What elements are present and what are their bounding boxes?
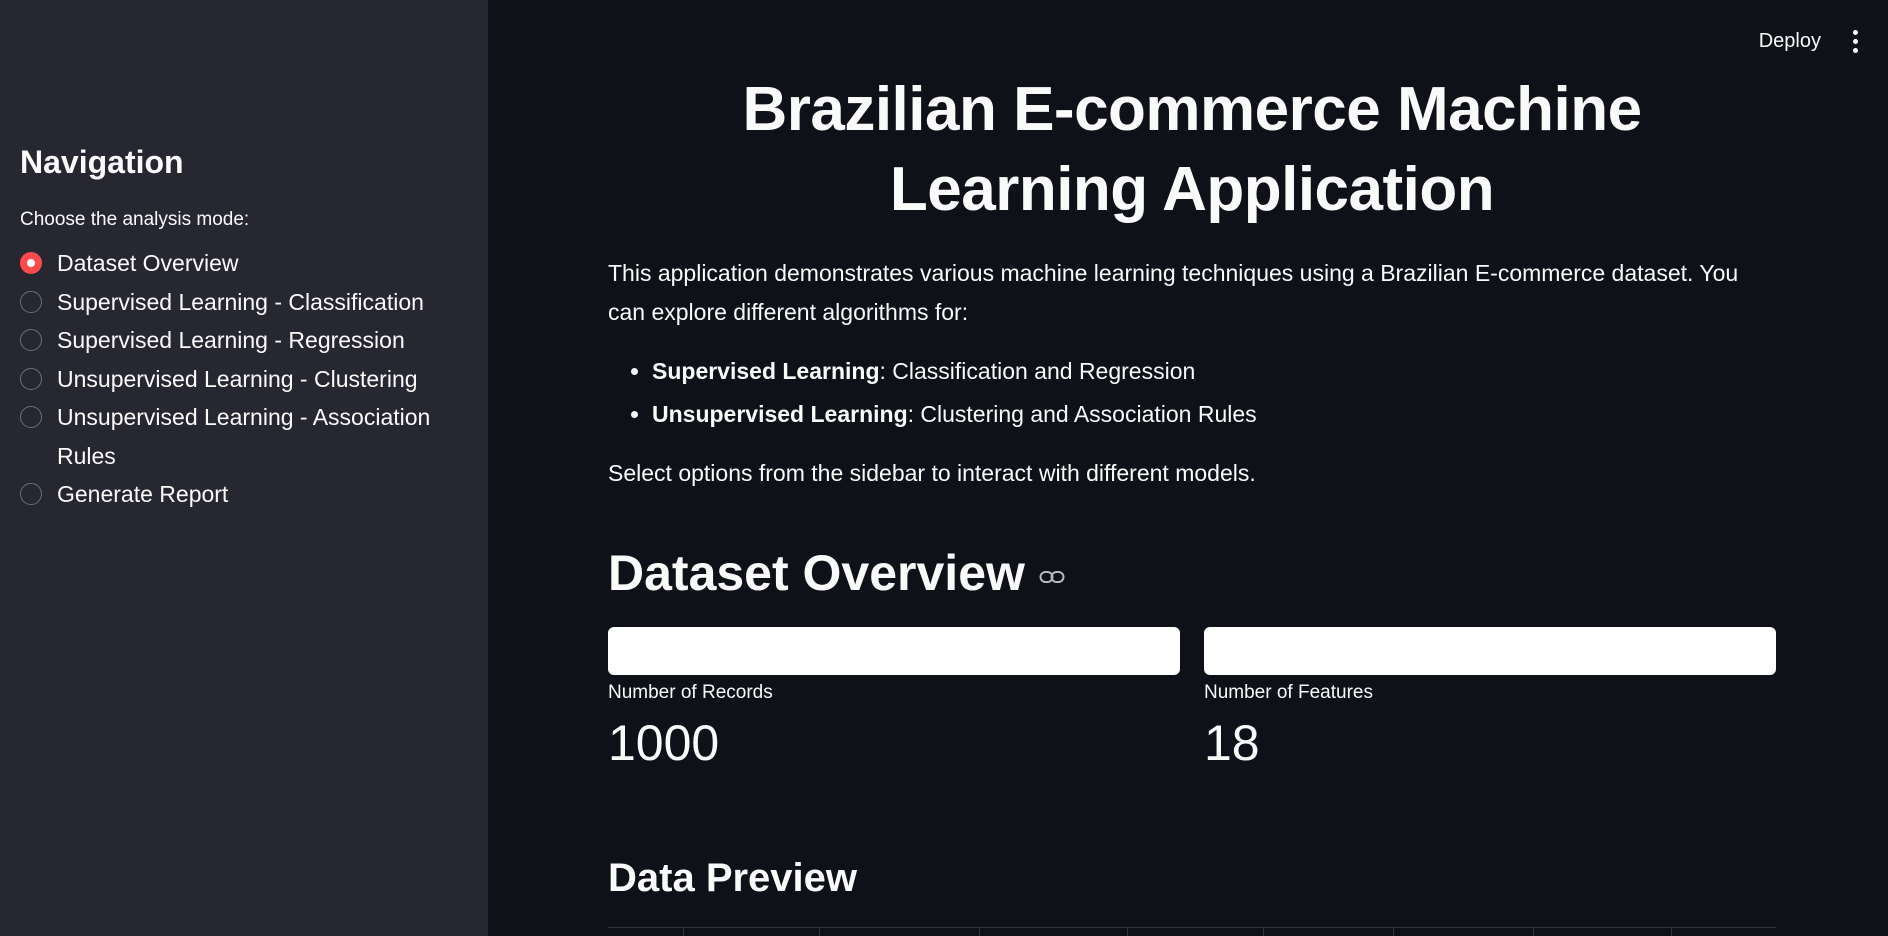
metric-bar — [608, 627, 1180, 675]
intro-paragraph: This application demonstrates various ma… — [608, 260, 1739, 325]
sidebar: Navigation Choose the analysis mode: Dat… — [0, 0, 488, 936]
radio-option-label: Generate Report — [57, 481, 229, 507]
top-toolbar: Deploy — [1759, 28, 1864, 55]
radio-unselected-icon[interactable] — [20, 290, 42, 313]
table-column — [1264, 928, 1394, 936]
table-column — [1128, 928, 1264, 936]
radio-unselected-icon[interactable] — [20, 367, 42, 390]
anchor-link-icon[interactable] — [1039, 569, 1065, 585]
table-column — [980, 928, 1128, 936]
radio-option-label: Dataset Overview — [57, 250, 239, 276]
radio-option-label: Supervised Learning - Regression — [57, 327, 405, 353]
dot — [1853, 39, 1858, 44]
radio-unselected-icon[interactable] — [20, 406, 42, 428]
content-block: Brazilian E-commerce Machine Learning Ap… — [608, 70, 1776, 936]
list-item-text: : Clustering and Association Rules — [907, 401, 1257, 427]
table-column — [1394, 928, 1534, 936]
radio-option-label: Unsupervised Learning - Clustering — [57, 365, 418, 392]
metric-bar — [1204, 627, 1776, 675]
radio-selected-icon[interactable] — [20, 252, 42, 274]
radio-option-unsupervised-association-rules[interactable]: Unsupervised Learning - Association Rule… — [20, 398, 468, 475]
main-content: Deploy Brazilian E-commerce Machine Lear… — [488, 0, 1888, 936]
list-item-bold: Supervised Learning — [652, 358, 880, 384]
list-item-bold: Unsupervised Learning — [652, 401, 908, 427]
metric-label: Number of Features — [1204, 682, 1373, 703]
data-preview-table[interactable] — [608, 927, 1776, 936]
data-preview-heading: Data Preview — [608, 856, 858, 900]
list-item-text: : Classification and Regression — [879, 358, 1196, 384]
radio-option-supervised-classification[interactable]: Supervised Learning - Classification — [20, 283, 468, 322]
radio-option-generate-report[interactable]: Generate Report — [20, 475, 468, 514]
metric-value: 1000 — [608, 715, 720, 771]
radio-unselected-icon[interactable] — [20, 329, 42, 351]
sidebar-title: Navigation — [20, 144, 184, 180]
table-column — [1534, 928, 1672, 936]
radio-group-label: Choose the analysis mode: — [20, 209, 250, 230]
radio-option-label: Supervised Learning - Classification — [57, 288, 424, 315]
vertical-ellipsis-icon[interactable] — [1847, 28, 1864, 55]
section-heading: Dataset Overview — [608, 543, 1776, 603]
dot — [1853, 30, 1858, 35]
metric-records: Number of Records 1000 — [608, 627, 1180, 771]
metric-features: Number of Features 18 — [1204, 627, 1776, 771]
dot — [1853, 48, 1858, 53]
select-note: Select options from the sidebar to inter… — [608, 460, 1256, 486]
algorithm-list: Supervised Learning: Classification and … — [608, 350, 1776, 436]
analysis-mode-radio-group: Dataset Overview Supervised Learning - C… — [20, 244, 468, 514]
radio-option-dataset-overview[interactable]: Dataset Overview — [20, 244, 468, 283]
metric-label: Number of Records — [608, 682, 773, 703]
page-title: Brazilian E-commerce Machine Learning Ap… — [742, 75, 1642, 224]
radio-unselected-icon[interactable] — [20, 483, 42, 505]
list-item: Unsupervised Learning: Clustering and As… — [652, 393, 1776, 436]
metric-value: 18 — [1204, 715, 1260, 771]
table-column — [684, 928, 820, 936]
radio-option-supervised-regression[interactable]: Supervised Learning - Regression — [20, 321, 468, 360]
radio-option-label: Unsupervised Learning - Association Rule… — [57, 404, 431, 469]
radio-option-unsupervised-clustering[interactable]: Unsupervised Learning - Clustering — [20, 360, 468, 399]
table-column — [820, 928, 980, 936]
app-root: Navigation Choose the analysis mode: Dat… — [0, 0, 1888, 936]
metrics-row: Number of Records 1000 Number of Feature… — [608, 627, 1776, 771]
deploy-button[interactable]: Deploy — [1759, 30, 1821, 53]
list-item: Supervised Learning: Classification and … — [652, 350, 1776, 393]
table-column — [608, 928, 684, 936]
section-heading-text: Dataset Overview — [608, 545, 1025, 601]
